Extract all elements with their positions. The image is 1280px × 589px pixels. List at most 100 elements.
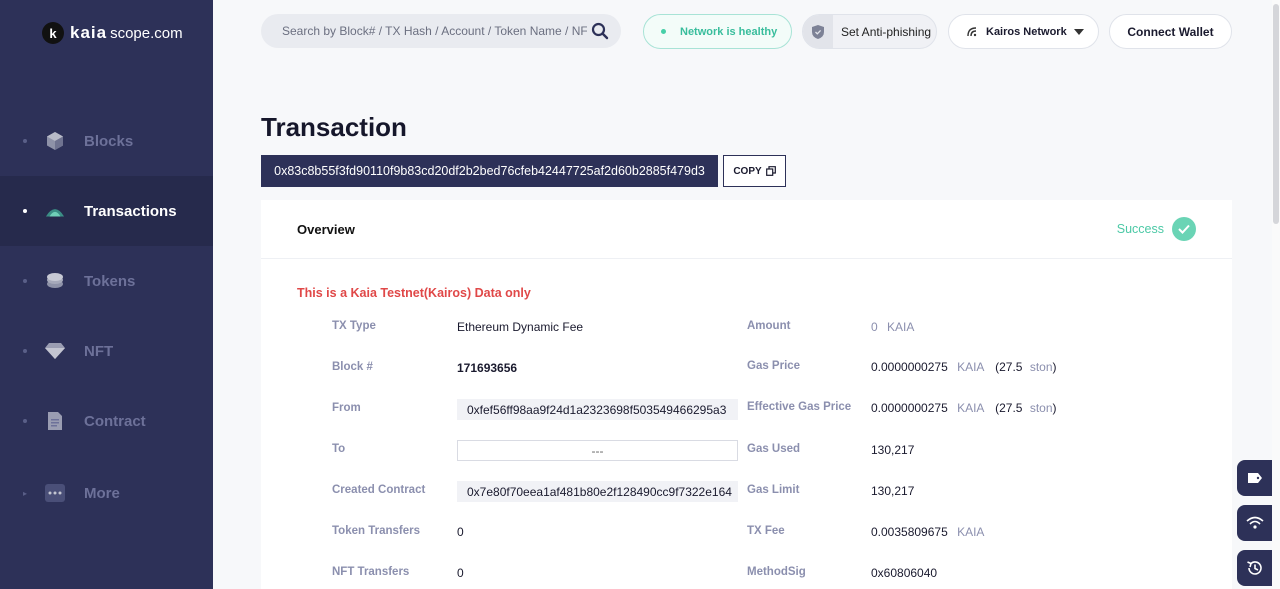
nav-dot [23, 139, 27, 143]
transaction-icon [45, 201, 65, 221]
sidebar-item-label: Blocks [84, 132, 134, 150]
tx-type-value: Ethereum Dynamic Fee [457, 320, 584, 334]
tx-fee-number: 0.0035809675 [871, 525, 948, 539]
history-icon [1246, 559, 1264, 577]
overview-header: Overview Success [261, 200, 1232, 259]
effective-gas-price-number: 0.0000000275 [871, 401, 948, 415]
ston-unit: ston [1029, 360, 1053, 374]
block-label: Block # [332, 361, 373, 373]
sidebar-item-tokens[interactable]: Tokens [0, 246, 213, 316]
cube-icon [45, 131, 65, 151]
status-label: Success [1116, 222, 1164, 236]
testnet-notice: This is a Kaia Testnet(Kairos) Data only [297, 286, 531, 300]
gas-price-ston: 27.5 [999, 360, 1023, 374]
copy-icon [765, 166, 776, 176]
scrollbar-thumb[interactable] [1273, 4, 1279, 224]
sidebar-item-blocks[interactable]: Blocks [0, 106, 213, 176]
gas-used-value: 130,217 [871, 443, 915, 457]
method-sig-label: MethodSig [747, 566, 806, 578]
created-contract-link[interactable]: 0x7e80f70eea1af481b80e2f128490cc9f7322e1… [457, 481, 738, 502]
from-label: From [332, 402, 361, 414]
nav-dot [23, 279, 27, 283]
document-icon [45, 411, 65, 431]
effective-gas-price-value: 0.0000000275 KAIA (27.5 ston) [871, 401, 1057, 415]
amount-unit: KAIA [887, 320, 915, 334]
sidebar-item-more[interactable]: ▸ More [0, 458, 213, 528]
token-transfers-label: Token Transfers [332, 525, 420, 537]
nav-dot [23, 349, 27, 353]
gas-used-label: Gas Used [747, 443, 801, 455]
created-contract-label: Created Contract [332, 484, 426, 496]
network-health-badge[interactable]: Network is healthy [643, 14, 792, 49]
effective-gas-price-label: Effective Gas Price [747, 401, 852, 413]
block-number-link[interactable]: 171693656 [457, 361, 517, 375]
logo-brand-name: kaia [70, 23, 108, 42]
sidebar-item-label: More [84, 484, 120, 502]
check-icon [1172, 217, 1196, 241]
gas-price-value: 0.0000000275 KAIA (27.5 ston) [871, 360, 1057, 374]
gas-price-unit: KAIA [957, 360, 984, 374]
connect-wallet-label: Connect Wallet [1127, 24, 1214, 39]
sidebar-item-nft[interactable]: NFT [0, 316, 213, 386]
ston-unit: ston [1029, 401, 1053, 415]
nav-dot [23, 209, 27, 213]
amount-label: Amount [747, 320, 791, 332]
sidebar-item-label: Transactions [84, 202, 177, 220]
kaia-logo-icon: k [42, 22, 64, 44]
from-address-link[interactable]: 0xfef56ff98aa9f24d1a2323698f503549466295… [457, 399, 738, 420]
sidebar-item-label: NFT [84, 342, 114, 360]
kaiascope-logo[interactable]: k kaia scope.com [42, 22, 183, 44]
effective-gas-price-ston: 27.5 [999, 401, 1023, 415]
to-address: --- [457, 440, 738, 461]
logo-domain: scope.com [110, 24, 183, 42]
tag-button[interactable] [1237, 460, 1273, 496]
transaction-hash: 0x83c8b55f3fd90110f9b83cd20df2b2bed76cfe… [261, 155, 718, 187]
shield-icon [803, 15, 833, 48]
network-icon [967, 26, 977, 37]
method-sig-value: 0x60806040 [871, 566, 938, 580]
search-input[interactable] [282, 24, 587, 38]
nft-transfers-label: NFT Transfers [332, 566, 410, 578]
sidebar-item-label: Contract [84, 412, 146, 430]
anti-phishing-button[interactable]: Set Anti-phishing [802, 14, 937, 49]
page-title: Transaction [261, 112, 407, 142]
signal-icon [1246, 516, 1264, 530]
overview-card: Overview Success This is a Kaia Testnet(… [261, 200, 1232, 589]
effective-gas-price-unit: KAIA [957, 401, 984, 415]
copy-hash-button[interactable]: COPY [723, 155, 786, 187]
network-selector[interactable]: Kairos Network [948, 14, 1099, 49]
copy-label: COPY [733, 165, 762, 177]
chevron-down-icon [1074, 29, 1084, 35]
sidebar-item-contract[interactable]: Contract [0, 386, 213, 456]
diamond-icon [45, 341, 65, 361]
network-selector-label: Kairos Network [986, 25, 1067, 38]
gas-price-label: Gas Price [747, 360, 801, 372]
status-dot-icon [661, 29, 666, 34]
sidebar-item-transactions[interactable]: Transactions [0, 176, 213, 246]
search-icon[interactable] [591, 22, 609, 40]
amount-value: 0 KAIA [871, 320, 914, 334]
tx-fee-value: 0.0035809675 KAIA [871, 525, 984, 539]
gas-limit-label: Gas Limit [747, 484, 800, 496]
network-health-label: Network is healthy [680, 25, 778, 38]
status-badge: Success [1117, 217, 1196, 241]
tx-fee-unit: KAIA [957, 525, 985, 539]
network-status-button[interactable] [1237, 505, 1273, 541]
connect-wallet-button[interactable]: Connect Wallet [1109, 14, 1232, 49]
tx-fee-label: TX Fee [747, 525, 785, 537]
gas-limit-value: 130,217 [871, 484, 915, 498]
to-label: To [332, 443, 346, 455]
tx-type-label: TX Type [332, 320, 376, 332]
overview-title: Overview [297, 222, 355, 237]
gas-price-number: 0.0000000275 [871, 360, 948, 374]
amount-number: 0 [871, 320, 878, 334]
sidebar-item-label: Tokens [84, 272, 136, 290]
more-dots-icon [45, 483, 65, 503]
tag-icon [1247, 472, 1263, 484]
history-button[interactable] [1237, 550, 1273, 586]
chevron-right-icon: ▸ [23, 488, 28, 498]
anti-phishing-label: Set Anti-phishing [841, 24, 932, 39]
coins-icon [45, 271, 65, 291]
token-transfers-value: 0 [457, 525, 464, 539]
sidebar: k kaia scope.com Blocks Transactions Tok… [0, 0, 213, 589]
